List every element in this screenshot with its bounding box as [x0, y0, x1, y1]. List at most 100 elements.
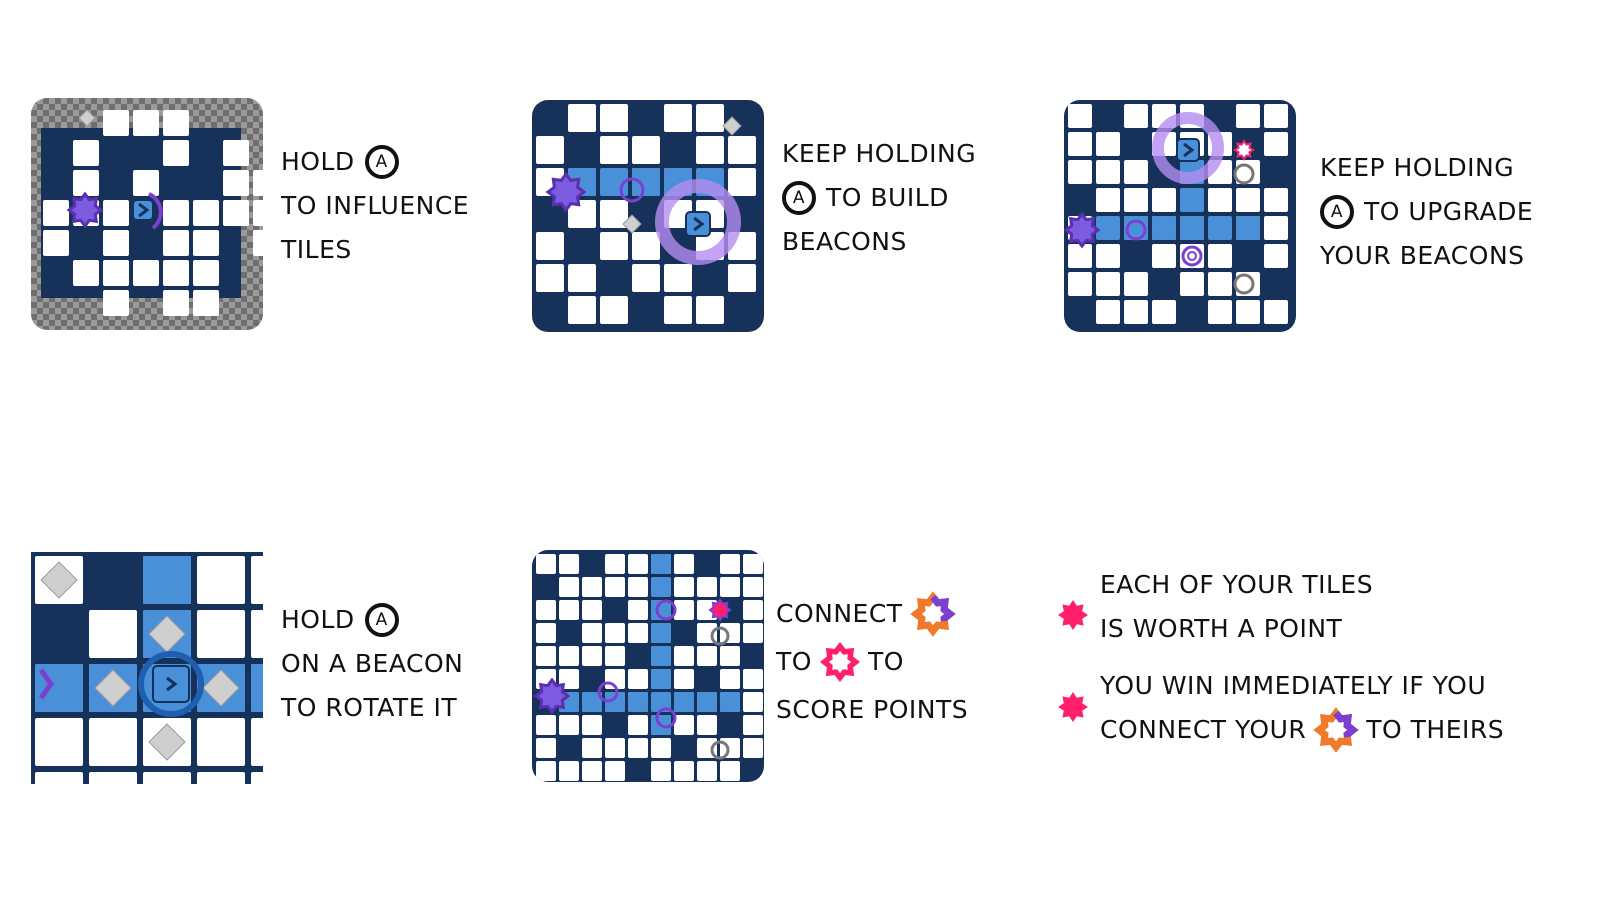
board-tile [35, 772, 83, 784]
board-tile [674, 577, 694, 597]
enemy-base-icon [1233, 139, 1255, 161]
board-tile [536, 232, 564, 260]
board-tile [559, 761, 579, 781]
board-tile [720, 669, 740, 689]
influence-tile [1208, 216, 1232, 240]
instruction-build: KEEP HOLDING A TO BUILD BEACONS [782, 139, 977, 256]
board-tile [743, 600, 763, 620]
board-tile [720, 761, 740, 781]
influence-tile [651, 646, 671, 666]
board-tile [536, 264, 564, 292]
board-tile [1124, 104, 1148, 128]
player-base-icon [909, 591, 956, 637]
board-tile [582, 623, 602, 643]
board-illustration [1064, 100, 1296, 332]
board-tile [697, 761, 717, 781]
a-button-icon: A [364, 603, 399, 637]
board-tile [1124, 300, 1148, 324]
player-base-icon [1064, 211, 1101, 249]
board-tile [1124, 188, 1148, 212]
board-tile [1124, 160, 1148, 184]
player-base-icon [545, 171, 587, 213]
board-tile [743, 623, 763, 643]
board-tile [674, 669, 694, 689]
board-illustration [31, 552, 263, 784]
board-tile [1068, 132, 1092, 156]
board-tile [1152, 244, 1176, 268]
board-tile [728, 264, 756, 292]
board-tile [251, 718, 263, 766]
board-tile [674, 761, 694, 781]
rule-win: YOU WIN IMMEDIATELY IF YOU CONNECT YOUR … [1100, 664, 1504, 753]
board-tile [600, 136, 628, 164]
board-tile [73, 260, 99, 286]
tutorial-panel-connect [532, 550, 764, 782]
tutorial-panel-rotate [31, 552, 263, 784]
influence-tile [1152, 216, 1176, 240]
board-illustration [532, 100, 764, 332]
board-tile [1096, 160, 1120, 184]
board-tile [1096, 272, 1120, 296]
board-tile [600, 296, 628, 324]
board-tile [1096, 300, 1120, 324]
board-tile [1208, 300, 1232, 324]
board-tile [697, 646, 717, 666]
board-tile [1124, 272, 1148, 296]
board-tile [628, 600, 648, 620]
board-tile [73, 140, 99, 166]
instruction-rotate: HOLD A ON A BEACON TO ROTATE IT [281, 603, 464, 722]
board-tile [1208, 188, 1232, 212]
enemy-base-icon [708, 598, 732, 622]
board-tile [143, 772, 191, 784]
board-tile [696, 296, 724, 324]
board-tile [605, 761, 625, 781]
influence-tile [1180, 216, 1204, 240]
influence-tile [651, 554, 671, 574]
board-tile [35, 718, 83, 766]
a-button-icon: A [1320, 195, 1354, 229]
board-tile [582, 738, 602, 758]
board-tile [743, 669, 763, 689]
board-tile [197, 772, 245, 784]
board-tile [251, 772, 263, 784]
board-tile [43, 230, 69, 256]
influence-tile [628, 692, 648, 712]
board-tile [628, 554, 648, 574]
board-tile [1096, 132, 1120, 156]
board-tile [253, 170, 263, 196]
board-tile [559, 577, 579, 597]
instruction-connect: CONNECT TO TO SCORE POINTS [776, 590, 968, 734]
board-tile [163, 230, 189, 256]
board-tile [674, 646, 694, 666]
board-tile [568, 264, 596, 292]
board-tile [720, 623, 740, 643]
board-tile [605, 738, 625, 758]
board-tile [197, 556, 245, 604]
board-tile [1152, 300, 1176, 324]
board-tile [628, 577, 648, 597]
board-tile [628, 715, 648, 735]
board-tile [559, 715, 579, 735]
board-tile [582, 715, 602, 735]
tutorial-panel-upgrade [1064, 100, 1296, 332]
board-tile [632, 264, 660, 292]
board-tile [720, 554, 740, 574]
board-tile [133, 170, 159, 196]
board-tile [696, 104, 724, 132]
board-tile [163, 200, 189, 226]
board-tile [193, 230, 219, 256]
board-tile [1068, 272, 1092, 296]
instruction-upgrade: KEEP HOLDING A TO UPGRADE YOUR BEACONS [1320, 153, 1534, 270]
instruction-influence: HOLD A TO INFLUENCE TILES [281, 145, 470, 264]
beacon-icon [1176, 138, 1200, 162]
board-tile [163, 290, 189, 316]
board-tile [674, 715, 694, 735]
player-base-icon [1313, 707, 1359, 753]
influence-tile [720, 692, 740, 712]
board-tile [1096, 188, 1120, 212]
tutorial-panel-influence [31, 98, 263, 330]
board-tile [674, 600, 694, 620]
board-tile [605, 623, 625, 643]
board-tile [73, 170, 99, 196]
influence-tile [632, 168, 660, 196]
